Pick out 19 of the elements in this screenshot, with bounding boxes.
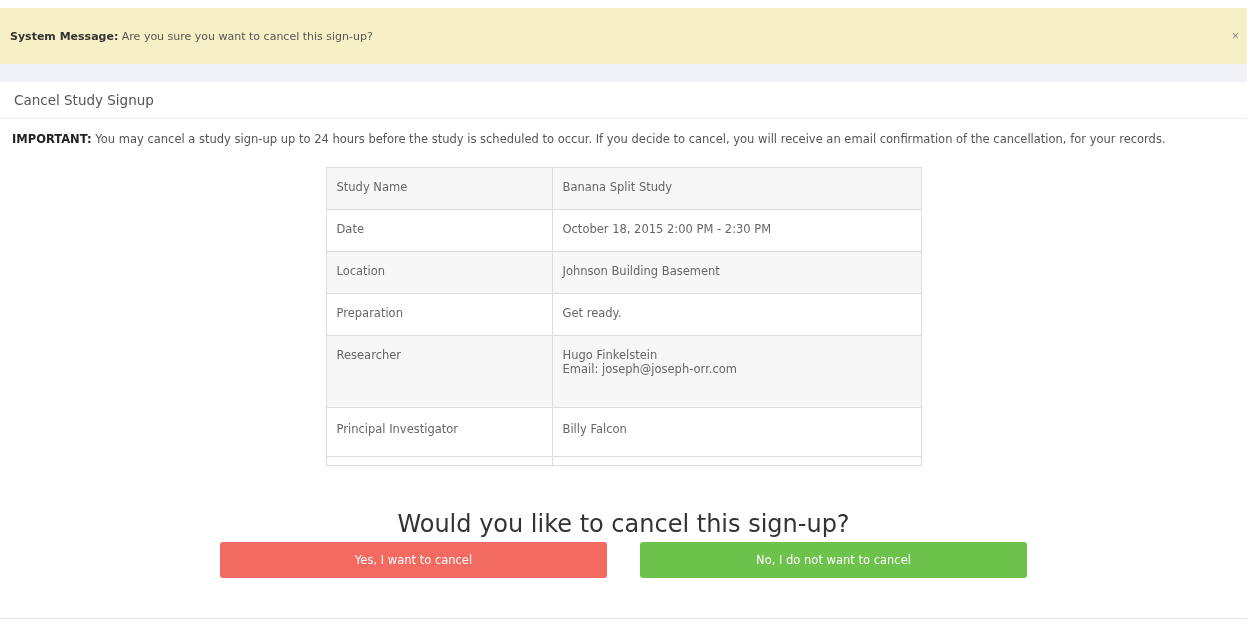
table-cell: October 18, 2015 2:00 PM - 2:30 PM xyxy=(552,209,921,252)
system-message: System Message: Are you sure you want to cancel this sign-up? xyxy=(10,29,373,43)
panel-title: Cancel Study Signup xyxy=(14,92,154,108)
question-heading: Would you like to cancel this sign-up? xyxy=(396,510,851,538)
table-cell: Banana Split Study xyxy=(552,167,921,210)
confirm-cancel-button[interactable]: Yes, I want to cancel xyxy=(220,542,607,578)
table-cell: Get ready. xyxy=(552,293,921,336)
table-cell: Billy Falcon xyxy=(552,407,921,457)
table-cell: Hugo Finkelstein Email: joseph@joseph-orr.com xyxy=(552,335,921,408)
table-cell: Researcher xyxy=(326,335,552,408)
table-cell: Study Name xyxy=(326,167,552,210)
table-cell: Johnson Building Basement xyxy=(552,251,921,294)
table-cell: Preparation xyxy=(326,293,552,336)
close-button[interactable]: × xyxy=(1232,29,1239,43)
notice-text: IMPORTANT: You may cancel a study sign-up up to 24 hours before the study is scheduled to occur. If you decide to cancel, you will receive an email confirmation of the cancellation, for your records. xyxy=(12,133,1167,145)
keep-signup-button[interactable]: No, I do not want to cancel xyxy=(640,542,1027,578)
table-cell: Location xyxy=(326,251,552,294)
table-cell: Principal Investigator xyxy=(326,407,552,457)
table-cell: Date xyxy=(326,209,552,252)
